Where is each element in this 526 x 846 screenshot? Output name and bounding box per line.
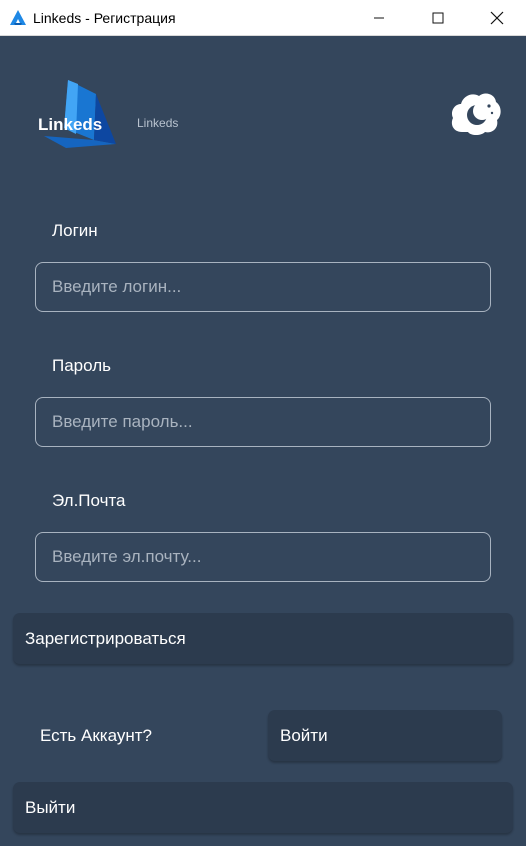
close-button[interactable] (474, 0, 520, 36)
has-account-text: Есть Аккаунт? (40, 726, 152, 745)
minimize-button[interactable] (356, 0, 402, 36)
linkeds-app-icon (10, 10, 26, 25)
login-label: Логин (52, 221, 98, 240)
maximize-button[interactable] (415, 0, 461, 36)
email-input[interactable] (35, 532, 491, 582)
login-button[interactable]: Войти (268, 710, 502, 761)
register-button[interactable]: Зарегистрироваться (13, 613, 513, 664)
maximize-icon (432, 12, 444, 24)
email-label: Эл.Почта (52, 491, 126, 510)
login-input[interactable] (35, 262, 491, 312)
close-icon (490, 11, 504, 25)
title-bar: Linkeds - Регистрация (0, 0, 526, 36)
linkeds-logo: Linkeds (38, 80, 116, 148)
password-input[interactable] (35, 397, 491, 447)
logo-caption: Linkeds (137, 116, 179, 130)
window-title: Linkeds - Регистрация (33, 10, 176, 26)
minimize-icon (374, 17, 384, 19)
password-label: Пароль (52, 356, 111, 375)
svg-text:Linkeds: Linkeds (38, 115, 102, 134)
theme-toggle-button[interactable] (448, 88, 502, 138)
moon-cloud-icon (451, 93, 501, 135)
exit-button[interactable]: Выйти (13, 782, 513, 833)
